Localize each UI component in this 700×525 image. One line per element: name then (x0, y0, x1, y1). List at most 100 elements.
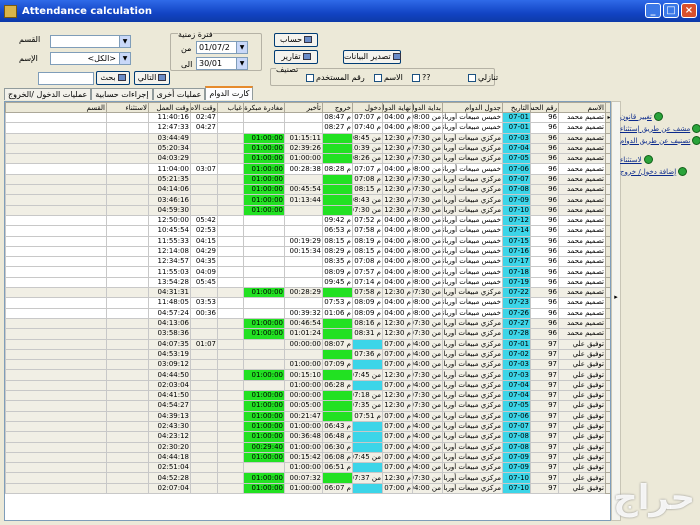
column-header[interactable]: مغادرة مبكرة (243, 102, 285, 113)
from-date-field[interactable]: 01/07/2 ▼ (196, 41, 248, 54)
column-header[interactable]: تأخير (284, 102, 323, 113)
table-row[interactable]: تصميم محمد9607-26خميس مبيعات أوربانومن 0… (5, 307, 610, 319)
minimize-icon[interactable]: _ (645, 3, 661, 18)
chevron-down-icon[interactable]: ▼ (119, 36, 130, 47)
table-cell: من 04:00 (412, 431, 443, 443)
table-row[interactable]: توفيق علي9707-04مركزي مبيعات أوربانومن 0… (5, 390, 610, 402)
table-cell: 97 (530, 369, 559, 381)
table-cell: من 07:30 (412, 194, 443, 206)
table-row[interactable]: تصميم محمد9607-12خميس مبيعات أوربانومن 0… (5, 214, 610, 227)
table-cell: 07-01 (502, 338, 531, 350)
table-row[interactable]: توفيق علي9707-04مركزي مبيعات أوربانومن 0… (5, 379, 610, 392)
table-row[interactable]: تصميم محمد9607-16خميس مبيعات أوربانومن 0… (5, 245, 610, 258)
column-header[interactable]: دخول (352, 102, 383, 113)
table-row[interactable]: توفيق علي9707-03مركزي مبيعات أوربانومن 0… (5, 369, 610, 381)
table-row[interactable]: توفيق علي9707-05مركزي مبيعات أوربانومن 0… (5, 400, 610, 412)
sidebar-link[interactable]: تصنيف عن طريق الدوام (620, 136, 700, 145)
column-header[interactable]: بداية الدوام (412, 102, 443, 113)
maximize-icon[interactable]: □ (663, 3, 679, 18)
table-row[interactable]: تصميم محمد 96 07-07 مركزي مبيعات أوربانو من … (5, 173, 610, 186)
sort-unknown-checkbox[interactable]: ?? (412, 73, 431, 82)
table-row[interactable]: تصميم محمد9607-06خميس مبيعات أوربانومن 0… (5, 163, 610, 175)
table-cell: 96 (530, 142, 559, 155)
table-row[interactable]: تصميم محمد9607-15خميس مبيعات أوربانومن 0… (5, 235, 610, 247)
table-row[interactable]: تصميم محمد9607-14خميس مبيعات أوربانومن 0… (5, 225, 610, 237)
table-cell (5, 410, 107, 422)
table-cell: من 07:30 (412, 132, 443, 144)
table-row[interactable]: توفيق علي9707-02مركزي مبيعات أوربانومن 0… (5, 348, 610, 361)
table-row[interactable]: تصميم محمد 96 07-22 مركزي مبيعات أوربانو من … (5, 287, 610, 299)
export-button[interactable]: تصدير البيانات (343, 50, 401, 64)
table-row[interactable]: توفيق علي9707-01مركزي مبيعات أوربانومن 0… (5, 338, 610, 350)
table-cell: 07-01 (502, 122, 531, 134)
table-row[interactable]: تصميم محمد 96 07-10 مركزي مبيعات أوربانو من … (5, 204, 610, 216)
table-row[interactable]: تصميم محمد 96 07-27 مركزي مبيعات أوربانو من … (5, 317, 610, 330)
table-row[interactable]: توفيق علي9707-07مركزي مبيعات أوربانومن 0… (5, 420, 610, 433)
attendance-grid[interactable]: الاسمرقم الحسابالتاريخجدول الدوامبداية ا… (4, 101, 611, 521)
chevron-down-icon[interactable]: ▼ (236, 42, 247, 53)
table-row[interactable]: تصميم محمد 96 07-03 مركزي مبيعات أوربانو من … (5, 132, 610, 144)
sidebar-link[interactable]: لاستثناء (620, 155, 698, 164)
table-row[interactable]: تصميم محمد 96 07-09 مركزي مبيعات أوربانو من … (5, 194, 610, 206)
tab-in-out-operations[interactable]: عمليات الدخول /الخروج (4, 88, 92, 100)
checkbox-box[interactable] (374, 73, 382, 82)
column-header[interactable]: نهاية الدوام (382, 102, 413, 113)
next-button[interactable]: التالي (134, 71, 170, 85)
table-cell: 04:27 (190, 122, 218, 134)
checkbox-box[interactable] (412, 73, 420, 82)
table-row[interactable]: توفيق علي9707-06مركزي مبيعات أوربانومن 0… (5, 410, 610, 422)
table-cell: 11:48:05 (148, 297, 191, 309)
table-row[interactable]: تصميم محمد9607-17خميس مبيعات أوربانومن 0… (5, 256, 610, 268)
table-row[interactable]: ▸ تصميم محمد 96 07-01 خميس مبيعات أوربانو من … (5, 111, 610, 124)
checkbox-box[interactable] (468, 73, 476, 82)
table-row[interactable]: توفيق علي9707-08مركزي مبيعات أوربانومن 0… (5, 431, 610, 443)
tab-attendance-card[interactable]: كارت الدوام (205, 86, 254, 100)
table-row[interactable]: تصميم محمد9607-18خميس مبيعات أوربانومن 0… (5, 266, 610, 278)
table-cell (217, 482, 244, 494)
sort-name-checkbox[interactable]: الاسم (374, 73, 403, 82)
chevron-down-icon[interactable]: ▼ (119, 53, 130, 64)
reports-button[interactable]: تقارير (274, 50, 318, 64)
table-cell (243, 462, 285, 474)
column-header[interactable]: خروج (322, 102, 353, 113)
table-row[interactable]: تصميم محمد 96 07-05 مركزي مبيعات أوربانو من … (5, 153, 610, 165)
table-cell: م 08:09 (352, 307, 383, 319)
sort-userid-checkbox[interactable]: رقم المستخدم (306, 73, 365, 82)
table-row[interactable]: تصميم محمد 96 07-08 مركزي مبيعات أوربانو من … (5, 184, 610, 196)
column-header[interactable]: غياب (217, 102, 244, 113)
table-row[interactable]: توفيق علي9707-03مركزي مبيعات أوربانومن 0… (5, 359, 610, 371)
table-row[interactable]: تصميم محمد 96 07-28 مركزي مبيعات أوربانو من … (5, 328, 610, 340)
sort-desc-checkbox[interactable]: تنازلي (468, 73, 498, 82)
scroll-arrow-icon[interactable]: ▸ (612, 292, 620, 302)
column-header[interactable]: رقم الحساب (530, 102, 559, 113)
tab-other-operations[interactable]: عمليات أخرى (152, 88, 206, 100)
chevron-down-icon[interactable]: ▼ (236, 58, 247, 69)
calculate-button[interactable]: حساب (274, 33, 318, 47)
table-row[interactable]: توفيق علي9707-09مركزي مبيعات أوربانومن 0… (5, 462, 610, 474)
sidebar-link[interactable]: مشف عن طريق إستثناء (620, 124, 700, 133)
column-header[interactable]: لاستثناء (106, 102, 149, 113)
tab-calculations[interactable]: إجراءات حسابية (91, 88, 153, 100)
table-row[interactable]: تصميم محمد 96 07-04 مركزي مبيعات أوربانو من … (5, 142, 610, 155)
checkbox-box[interactable] (306, 73, 314, 82)
search-input[interactable] (38, 72, 94, 85)
table-cell: 97 (530, 462, 559, 474)
table-row[interactable]: توفيق علي9707-09مركزي مبيعات أوربانومن 0… (5, 451, 610, 464)
column-header[interactable]: التاريخ (502, 102, 531, 113)
to-date-field[interactable]: 30/01 ▼ (196, 57, 248, 70)
sidebar-link[interactable]: تغيير قانون (620, 112, 698, 121)
name-combo[interactable]: <الكل> ▼ (50, 52, 131, 65)
column-header[interactable]: الاسم (558, 102, 606, 113)
column-header[interactable]: وقت العمل (148, 102, 191, 113)
close-icon[interactable]: × (681, 3, 697, 18)
column-header[interactable]: وقت الاضافي (190, 102, 218, 113)
table-row[interactable]: تصميم محمد9607-23خميس مبيعات أوربانومن 0… (5, 297, 610, 309)
table-row[interactable]: تصميم محمد9607-19خميس مبيعات أوربانومن 0… (5, 276, 610, 289)
column-header[interactable]: القسم (5, 102, 107, 113)
sidebar-link[interactable]: إضافة دخول/ خروج (620, 167, 698, 176)
table-row[interactable]: توفيق علي9707-08مركزي مبيعات أوربانومن 0… (5, 441, 610, 453)
column-header[interactable]: جدول الدوام (442, 102, 503, 113)
table-row[interactable]: تصميم محمد9607-01خميس مبيعات أوربانومن 0… (5, 122, 610, 134)
section-combo[interactable]: ▼ (50, 35, 131, 48)
search-button[interactable]: بحث (96, 71, 130, 85)
